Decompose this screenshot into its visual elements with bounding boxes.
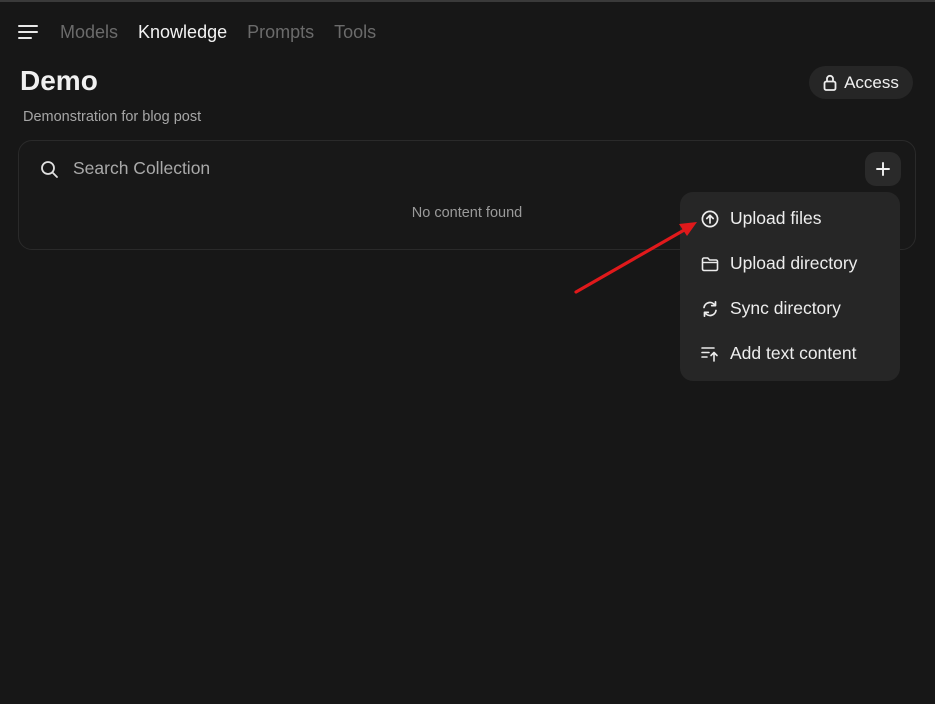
folder-icon (701, 255, 719, 273)
search-input[interactable] (73, 155, 573, 181)
menu-item-label: Upload directory (730, 253, 858, 273)
tab-prompts[interactable]: Prompts (247, 20, 314, 44)
search-icon (40, 160, 59, 179)
menu-item-label: Sync directory (730, 298, 841, 318)
add-content-button[interactable] (865, 152, 901, 186)
text-add-icon (701, 345, 719, 363)
page-title: Demo (20, 65, 98, 96)
page-subtitle: Demonstration for blog post (23, 109, 202, 125)
tab-tools[interactable]: Tools (334, 20, 376, 44)
tab-models[interactable]: Models (60, 20, 118, 44)
sync-icon (701, 300, 719, 318)
menu-item-add-text-content[interactable]: Add text content (680, 331, 900, 376)
top-nav: Models Knowledge Prompts Tools (18, 20, 396, 44)
menu-item-label: Add text content (730, 343, 857, 363)
plus-icon (876, 162, 890, 176)
menu-item-upload-directory[interactable]: Upload directory (680, 241, 900, 286)
access-label: Access (844, 72, 899, 92)
menu-item-upload-files[interactable]: Upload files (680, 196, 900, 241)
add-content-menu: Upload files Upload directory Sync direc… (680, 192, 900, 381)
menu-item-label: Upload files (730, 208, 822, 228)
upload-circle-icon (701, 210, 719, 228)
tab-knowledge[interactable]: Knowledge (138, 20, 227, 44)
top-border (0, 0, 935, 2)
hamburger-menu-icon[interactable] (18, 20, 38, 44)
menu-item-sync-directory[interactable]: Sync directory (680, 286, 900, 331)
lock-icon (823, 74, 837, 91)
access-button[interactable]: Access (809, 66, 913, 99)
